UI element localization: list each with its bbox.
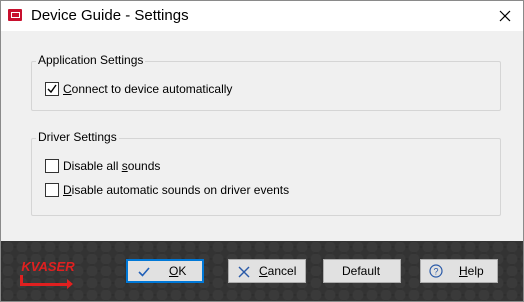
driver-settings-group: Driver Settings Disable all sounds Disab… [31, 130, 501, 216]
dialog-footer: KVASER OK Cancel Default ? Help [1, 241, 523, 301]
help-circle-icon: ? [429, 264, 443, 278]
group-title: Application Settings [36, 53, 146, 67]
x-icon [238, 266, 250, 278]
cancel-button[interactable]: Cancel [228, 259, 306, 283]
checkmark-icon [138, 267, 150, 277]
default-button[interactable]: Default [323, 259, 401, 283]
brand-text: KVASER [21, 259, 75, 274]
settings-content: Application Settings Connect to device a… [1, 31, 523, 241]
svg-text:?: ? [433, 267, 438, 277]
ok-button[interactable]: OK [126, 259, 204, 283]
close-icon [499, 10, 511, 22]
window-title: Device Guide - Settings [31, 7, 189, 24]
kvaser-logo: KVASER [20, 259, 75, 289]
close-button[interactable] [493, 5, 517, 27]
settings-dialog: Device Guide - Settings Application Sett… [0, 0, 524, 302]
checkmark-icon [47, 84, 57, 94]
checkbox-box[interactable] [45, 183, 59, 197]
disable-driver-event-sounds-checkbox[interactable]: Disable automatic sounds on driver event… [45, 183, 289, 197]
kvaser-app-icon [8, 9, 22, 21]
application-settings-group: Application Settings Connect to device a… [31, 53, 501, 111]
default-label: Default [342, 264, 381, 278]
ok-label: OK [169, 264, 187, 278]
cancel-label: Cancel [259, 264, 297, 278]
checkbox-box[interactable] [45, 159, 59, 173]
help-label: Help [459, 264, 484, 278]
title-bar: Device Guide - Settings [1, 1, 523, 31]
checkbox-box[interactable] [45, 82, 59, 96]
help-button[interactable]: ? Help [420, 259, 498, 283]
connect-automatically-checkbox[interactable]: Connect to device automatically [45, 82, 232, 96]
checkbox-label: Disable all sounds [63, 159, 161, 173]
disable-all-sounds-checkbox[interactable]: Disable all sounds [45, 159, 160, 173]
group-title: Driver Settings [36, 130, 119, 144]
checkbox-label: Disable automatic sounds on driver event… [63, 183, 290, 197]
checkbox-label: Connect to device automatically [63, 82, 233, 96]
